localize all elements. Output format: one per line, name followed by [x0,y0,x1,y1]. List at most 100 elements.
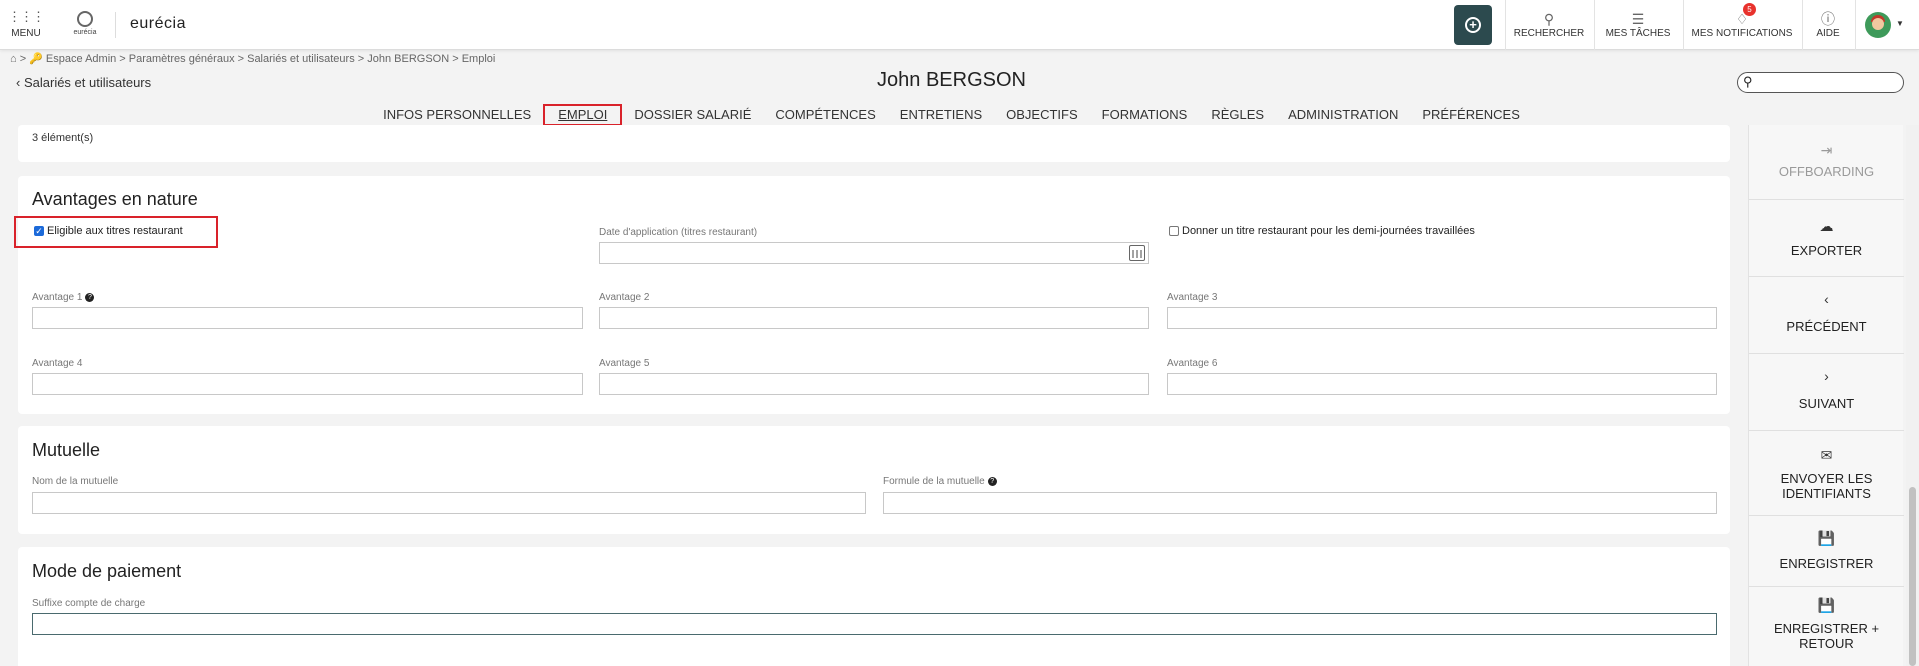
search-icon: ⚲ [1543,11,1555,27]
previous-label: PRÉCÉDENT [1786,319,1867,334]
tab-bar: INFOS PERSONNELLES EMPLOI DOSSIER SALARI… [0,104,1903,126]
date-field[interactable] [599,242,1149,264]
tab-dossier-salarie[interactable]: DOSSIER SALARIÉ [622,104,763,126]
top-bar: ⋮⋮⋮ MENU eurécia eurécia + ⚲ RECHERCHER … [0,0,1919,50]
mutuelle-name-field[interactable] [32,492,866,514]
offboarding-label: OFFBOARDING [1778,164,1875,179]
tab-preferences[interactable]: PRÉFÉRENCES [1410,104,1532,126]
help-label: AIDE [1816,28,1840,39]
offboarding-button[interactable]: ⇥ OFFBOARDING [1749,125,1904,200]
search-input[interactable]: ⚲ [1737,72,1904,93]
suffix-field[interactable] [32,613,1717,635]
search-icon: ⚲ [1743,74,1753,89]
divider [1505,0,1506,50]
eligible-label: Eligible aux titres restaurant [47,225,183,237]
save-label: ENREGISTRER [1779,556,1874,571]
avantage-2-label: Avantage 2 [599,292,650,303]
tasks-label: MES TÂCHES [1605,28,1671,39]
tab-emploi[interactable]: EMPLOI [543,104,623,126]
half-day-checkbox[interactable]: Donner un titre restaurant pour les demi… [1169,225,1475,237]
next-label: SUIVANT [1798,396,1855,411]
avantages-card: Avantages en nature ✓ Eligible aux titre… [14,176,1730,414]
scrollbar[interactable] [1906,125,1919,666]
caret-down-icon[interactable]: ▼ [1896,19,1904,28]
export-button[interactable]: ☁ EXPORTER [1749,200,1904,277]
mutuelle-formula-field[interactable] [883,492,1717,514]
calendar-icon[interactable] [1129,245,1145,261]
avantage-4-field[interactable] [32,373,583,395]
mutuelle-formula-label-text: Formule de la mutuelle [883,476,985,487]
divider [1594,0,1595,50]
tab-administration[interactable]: ADMINISTRATION [1276,104,1410,126]
checkbox-checked-icon: ✓ [34,226,44,236]
chevron-left-icon: ‹ [1824,291,1829,307]
items-count: 3 élément(s) [32,132,94,144]
avantage-5-field[interactable] [599,373,1149,395]
save-icon: 💾 [1817,530,1836,546]
scrollbar-thumb[interactable] [1909,487,1916,666]
envelope-icon: ✉ [1820,447,1833,463]
save-return-button[interactable]: 💾 ENREGISTRER + RETOUR [1749,587,1904,666]
avantage-1-label-text: Avantage 1 [32,292,83,303]
help-button[interactable]: ⓘ AIDE [1808,10,1848,39]
save-button[interactable]: 💾 ENREGISTRER [1749,516,1904,587]
avantage-6-field[interactable] [1167,373,1717,395]
tab-objectifs[interactable]: OBJECTIFS [994,104,1090,126]
tasks-button[interactable]: ☰ MES TÂCHES [1598,10,1678,39]
export-label: EXPORTER [1790,243,1863,258]
avantage-4-label: Avantage 4 [32,358,83,369]
save-return-label: ENREGISTRER + RETOUR [1773,621,1880,651]
page-title: John BERGSON [877,69,1026,91]
avantage-2-field[interactable] [599,307,1149,329]
notifications-label: MES NOTIFICATIONS [1691,28,1793,39]
mutuelle-name-label: Nom de la mutuelle [32,476,119,487]
next-button[interactable]: › SUIVANT [1749,354,1904,431]
previous-button[interactable]: ‹ PRÉCÉDENT [1749,277,1904,354]
half-day-label: Donner un titre restaurant pour les demi… [1182,225,1475,237]
avantage-5-label: Avantage 5 [599,358,650,369]
tab-competences[interactable]: COMPÉTENCES [763,104,887,126]
help-icon: ⓘ [1821,11,1835,27]
breadcrumb[interactable]: ⌂ > 🔑 Espace Admin > Paramètres généraux… [10,52,495,65]
send-credentials-button[interactable]: ✉ ENVOYER LES IDENTIFIANTS [1749,431,1904,516]
avantage-1-field[interactable] [32,307,583,329]
notification-badge: 5 [1743,3,1756,16]
menu-button[interactable]: ⋮⋮⋮ MENU [8,10,45,39]
tasks-icon: ☰ [1631,11,1645,27]
date-label: Date d'application (titres restaurant) [599,227,758,238]
send-credentials-label: ENVOYER LES IDENTIFIANTS [1780,471,1873,501]
divider [1683,0,1684,50]
tab-entretiens[interactable]: ENTRETIENS [888,104,994,126]
cloud-upload-icon: ☁ [1819,218,1834,234]
action-panel: ⇥ OFFBOARDING ☁ EXPORTER ‹ PRÉCÉDENT › S… [1748,125,1904,666]
avantage-3-label: Avantage 3 [1167,292,1218,303]
divider [115,12,116,38]
chevron-right-icon: › [1824,368,1829,384]
brand-name: eurécia [130,15,186,32]
mutuelle-card: Mutuelle Nom de la mutuelle Formule de l… [18,426,1730,534]
eligible-checkbox[interactable]: ✓ Eligible aux titres restaurant [34,225,183,237]
help-icon[interactable]: ? [987,477,997,486]
search-button[interactable]: ⚲ RECHERCHER [1511,10,1587,39]
section-title: Mutuelle [32,440,101,460]
avantage-3-field[interactable] [1167,307,1717,329]
logout-icon: ⇥ [1820,142,1833,158]
company-logo[interactable]: eurécia [70,11,100,41]
logo-icon [77,11,93,27]
avantage-6-label: Avantage 6 [1167,358,1218,369]
help-icon[interactable]: ? [85,293,95,302]
avatar-face [1872,18,1884,30]
section-title: Mode de paiement [32,561,182,581]
tab-regles[interactable]: RÈGLES [1199,104,1276,126]
create-button[interactable]: + [1454,5,1492,45]
divider [1855,0,1856,50]
menu-label: MENU [11,28,41,39]
bell-icon: ♢ 5 [1734,3,1756,28]
paiement-card: Mode de paiement Suffixe compte de charg… [18,547,1730,666]
tab-infos-personnelles[interactable]: INFOS PERSONNELLES [371,104,543,126]
suffix-label: Suffixe compte de charge [32,598,146,609]
notifications-button[interactable]: ♢ 5 MES NOTIFICATIONS [1689,3,1795,39]
logo-text: eurécia [73,29,97,36]
avatar[interactable] [1865,12,1891,38]
tab-formations[interactable]: FORMATIONS [1090,104,1200,126]
